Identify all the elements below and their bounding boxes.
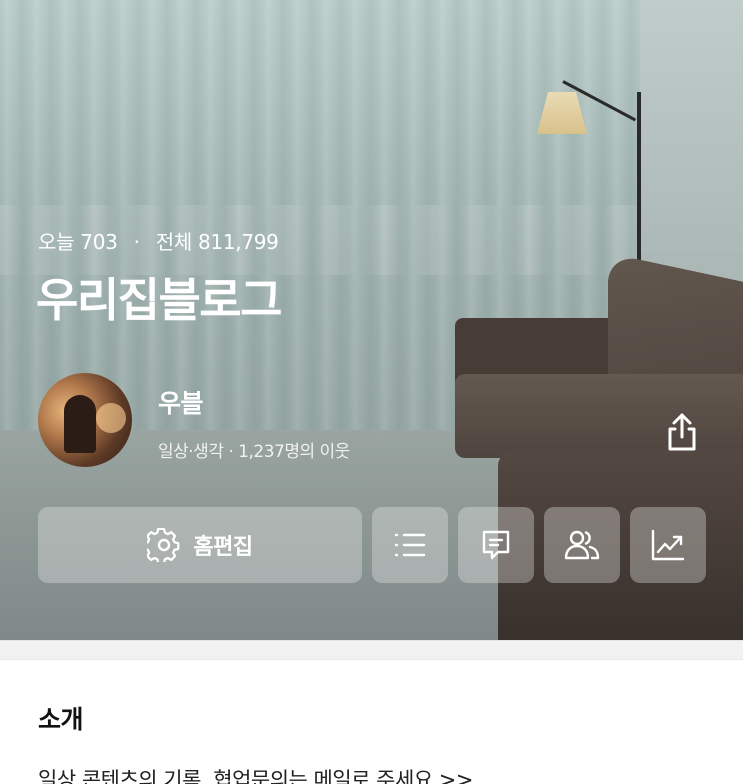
visitor-stats: 오늘 703 · 전체 811,799 — [38, 226, 279, 255]
home-edit-button[interactable]: 홈편집 — [38, 507, 362, 583]
category-list-button[interactable] — [372, 507, 448, 583]
section-divider — [0, 640, 743, 660]
neighbors-button[interactable] — [544, 507, 620, 583]
blog-title: 우리집블로그 — [36, 273, 282, 327]
share-icon — [664, 411, 700, 457]
stats-icon — [650, 528, 686, 562]
today-count: 703 — [80, 230, 118, 254]
intro-text: 일상 콘텐츠의 기록. 협업문의는 메일로 주세요 >> — [38, 768, 474, 784]
avatar-light — [96, 403, 126, 433]
blogger-nickname[interactable]: 우블 — [158, 384, 204, 420]
statistics-button[interactable] — [630, 507, 706, 583]
neighbors-icon — [564, 528, 600, 562]
avatar-person — [64, 395, 96, 453]
share-button[interactable] — [660, 410, 704, 458]
gear-icon — [147, 528, 181, 562]
guestbook-button[interactable] — [458, 507, 534, 583]
stats-separator: · — [133, 230, 140, 254]
profile-meta[interactable]: 일상·생각 · 1,237명의 이웃 — [158, 437, 350, 462]
total-label: 전체 — [155, 230, 193, 254]
total-count: 811,799 — [198, 230, 279, 254]
avatar[interactable] — [38, 373, 132, 467]
comment-icon — [479, 528, 513, 562]
blog-cover: 오늘 703 · 전체 811,799 우리집블로그 우블 일상·생각 · 1,… — [0, 0, 743, 640]
list-icon — [393, 530, 427, 560]
home-edit-label: 홈편집 — [193, 535, 253, 560]
today-label: 오늘 — [38, 230, 75, 254]
intro-title: 소개 — [38, 705, 84, 734]
